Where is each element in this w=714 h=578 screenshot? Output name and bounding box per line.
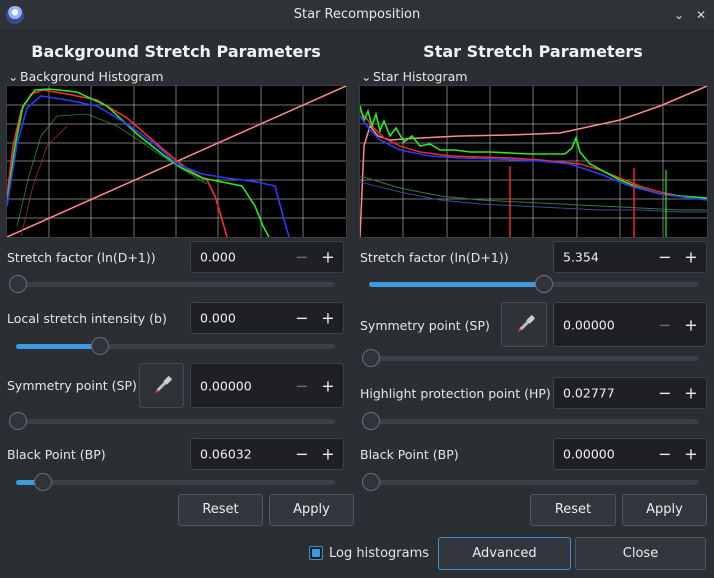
eyedropper-icon xyxy=(517,315,535,333)
star-symmetry-point-label: Symmetry point (SP) xyxy=(360,318,490,333)
star-stretch-factor-increment[interactable]: + xyxy=(683,248,699,267)
slider-handle[interactable] xyxy=(91,337,109,355)
slider-handle[interactable] xyxy=(535,275,553,293)
chevron-down-icon: ⌄ xyxy=(361,69,372,84)
bg-symmetry-point-decrement[interactable]: − xyxy=(294,376,310,395)
bg-stretch-factor-spinbox[interactable]: 0.000 − + xyxy=(190,241,344,273)
star-black-point-decrement[interactable]: − xyxy=(657,445,673,464)
star-histogram-plot xyxy=(360,86,707,237)
star-histogram xyxy=(359,85,708,238)
star-highlight-protection-label: Highlight protection point (HP) xyxy=(360,386,551,401)
star-symmetry-point-increment[interactable]: + xyxy=(683,315,699,334)
bg-local-intensity-label: Local stretch intensity (b) xyxy=(7,311,167,326)
log-histograms-label[interactable]: Log histograms xyxy=(329,546,429,561)
star-stretch-factor-decrement[interactable]: − xyxy=(657,248,673,267)
slider-handle[interactable] xyxy=(362,349,380,367)
bg-symmetry-point-spinbox[interactable]: 0.00000 − + xyxy=(190,363,344,408)
star-highlight-protection-increment[interactable]: + xyxy=(683,384,699,403)
bg-symmetry-picker-button[interactable] xyxy=(139,363,184,408)
background-histogram-label: Background Histogram xyxy=(20,69,164,84)
star-stretch-factor-label: Stretch factor (ln(D+1)) xyxy=(360,250,509,265)
bg-black-point-spinbox[interactable]: 0.06032 − + xyxy=(190,438,344,470)
slider-handle[interactable] xyxy=(362,412,380,430)
star-section-title: Star Stretch Parameters xyxy=(423,42,643,61)
background-section-title: Background Stretch Parameters xyxy=(31,42,321,61)
star-histogram-toggle[interactable]: ⌄ Star Histogram xyxy=(361,69,467,84)
background-histogram-toggle[interactable]: ⌄ Background Histogram xyxy=(8,69,163,84)
star-highlight-protection-value[interactable]: 0.02777 xyxy=(563,386,615,401)
window-title: Star Recomposition xyxy=(293,7,421,22)
bg-stretch-factor-decrement[interactable]: − xyxy=(294,248,310,267)
bg-local-intensity-slider[interactable] xyxy=(16,337,335,355)
close-button[interactable]: Close xyxy=(575,537,706,570)
bg-symmetry-point-label: Symmetry point (SP) xyxy=(7,378,137,393)
bg-stretch-factor-label: Stretch factor (ln(D+1)) xyxy=(7,250,156,265)
star-histogram-label: Star Histogram xyxy=(373,69,468,84)
slider-handle[interactable] xyxy=(362,473,380,491)
bg-local-intensity-decrement[interactable]: − xyxy=(294,309,310,328)
star-stretch-factor-slider[interactable] xyxy=(369,275,698,293)
close-window-icon[interactable]: ✕ xyxy=(693,7,709,23)
star-black-point-slider[interactable] xyxy=(362,473,698,491)
bg-black-point-label: Black Point (BP) xyxy=(7,447,106,462)
star-black-point-spinbox[interactable]: 0.00000 − + xyxy=(553,438,707,470)
star-stretch-factor-spinbox[interactable]: 5.354 − + xyxy=(553,241,707,273)
bg-stretch-factor-slider[interactable] xyxy=(9,275,335,293)
slider-fill xyxy=(369,282,544,287)
bg-symmetry-point-slider[interactable] xyxy=(9,412,335,430)
star-apply-button[interactable]: Apply xyxy=(622,494,707,526)
star-symmetry-picker-button[interactable] xyxy=(501,302,547,347)
bg-black-point-increment[interactable]: + xyxy=(320,445,336,464)
star-reset-button[interactable]: Reset xyxy=(530,494,616,526)
checkbox-mark xyxy=(312,549,320,557)
bg-stretch-factor-value[interactable]: 0.000 xyxy=(200,250,236,265)
bg-apply-button[interactable]: Apply xyxy=(269,494,354,526)
background-histogram xyxy=(6,85,347,238)
slider-handle[interactable] xyxy=(9,275,27,293)
slider-handle[interactable] xyxy=(9,412,27,430)
background-histogram-plot xyxy=(7,86,346,237)
minimize-icon[interactable]: ⌄ xyxy=(671,7,687,23)
star-black-point-value[interactable]: 0.00000 xyxy=(563,447,615,462)
chevron-down-icon: ⌄ xyxy=(8,69,19,84)
bg-local-intensity-value[interactable]: 0.000 xyxy=(200,311,236,326)
star-symmetry-point-decrement[interactable]: − xyxy=(657,315,673,334)
bg-stretch-factor-increment[interactable]: + xyxy=(320,248,336,267)
log-histograms-checkbox[interactable] xyxy=(309,546,323,560)
star-highlight-protection-slider[interactable] xyxy=(362,412,698,430)
eyedropper-icon xyxy=(154,376,172,394)
bg-black-point-slider[interactable] xyxy=(16,473,335,491)
bg-local-intensity-spinbox[interactable]: 0.000 − + xyxy=(190,302,344,334)
bg-black-point-value[interactable]: 0.06032 xyxy=(200,447,252,462)
star-black-point-increment[interactable]: + xyxy=(683,445,699,464)
bg-symmetry-point-increment[interactable]: + xyxy=(320,376,336,395)
slider-fill xyxy=(16,344,100,349)
star-stretch-factor-value[interactable]: 5.354 xyxy=(563,250,599,265)
star-black-point-label: Black Point (BP) xyxy=(360,447,459,462)
bg-reset-button[interactable]: Reset xyxy=(178,494,263,526)
bg-black-point-decrement[interactable]: − xyxy=(294,445,310,464)
star-highlight-protection-decrement[interactable]: − xyxy=(657,384,673,403)
bg-local-intensity-increment[interactable]: + xyxy=(320,309,336,328)
advanced-button[interactable]: Advanced xyxy=(438,537,571,570)
star-symmetry-point-spinbox[interactable]: 0.00000 − + xyxy=(553,302,707,347)
star-highlight-protection-spinbox[interactable]: 0.02777 − + xyxy=(553,377,707,409)
star-symmetry-point-slider[interactable] xyxy=(362,349,698,367)
slider-handle[interactable] xyxy=(34,473,52,491)
bg-symmetry-point-value[interactable]: 0.00000 xyxy=(200,378,252,393)
star-symmetry-point-value[interactable]: 0.00000 xyxy=(563,317,615,332)
